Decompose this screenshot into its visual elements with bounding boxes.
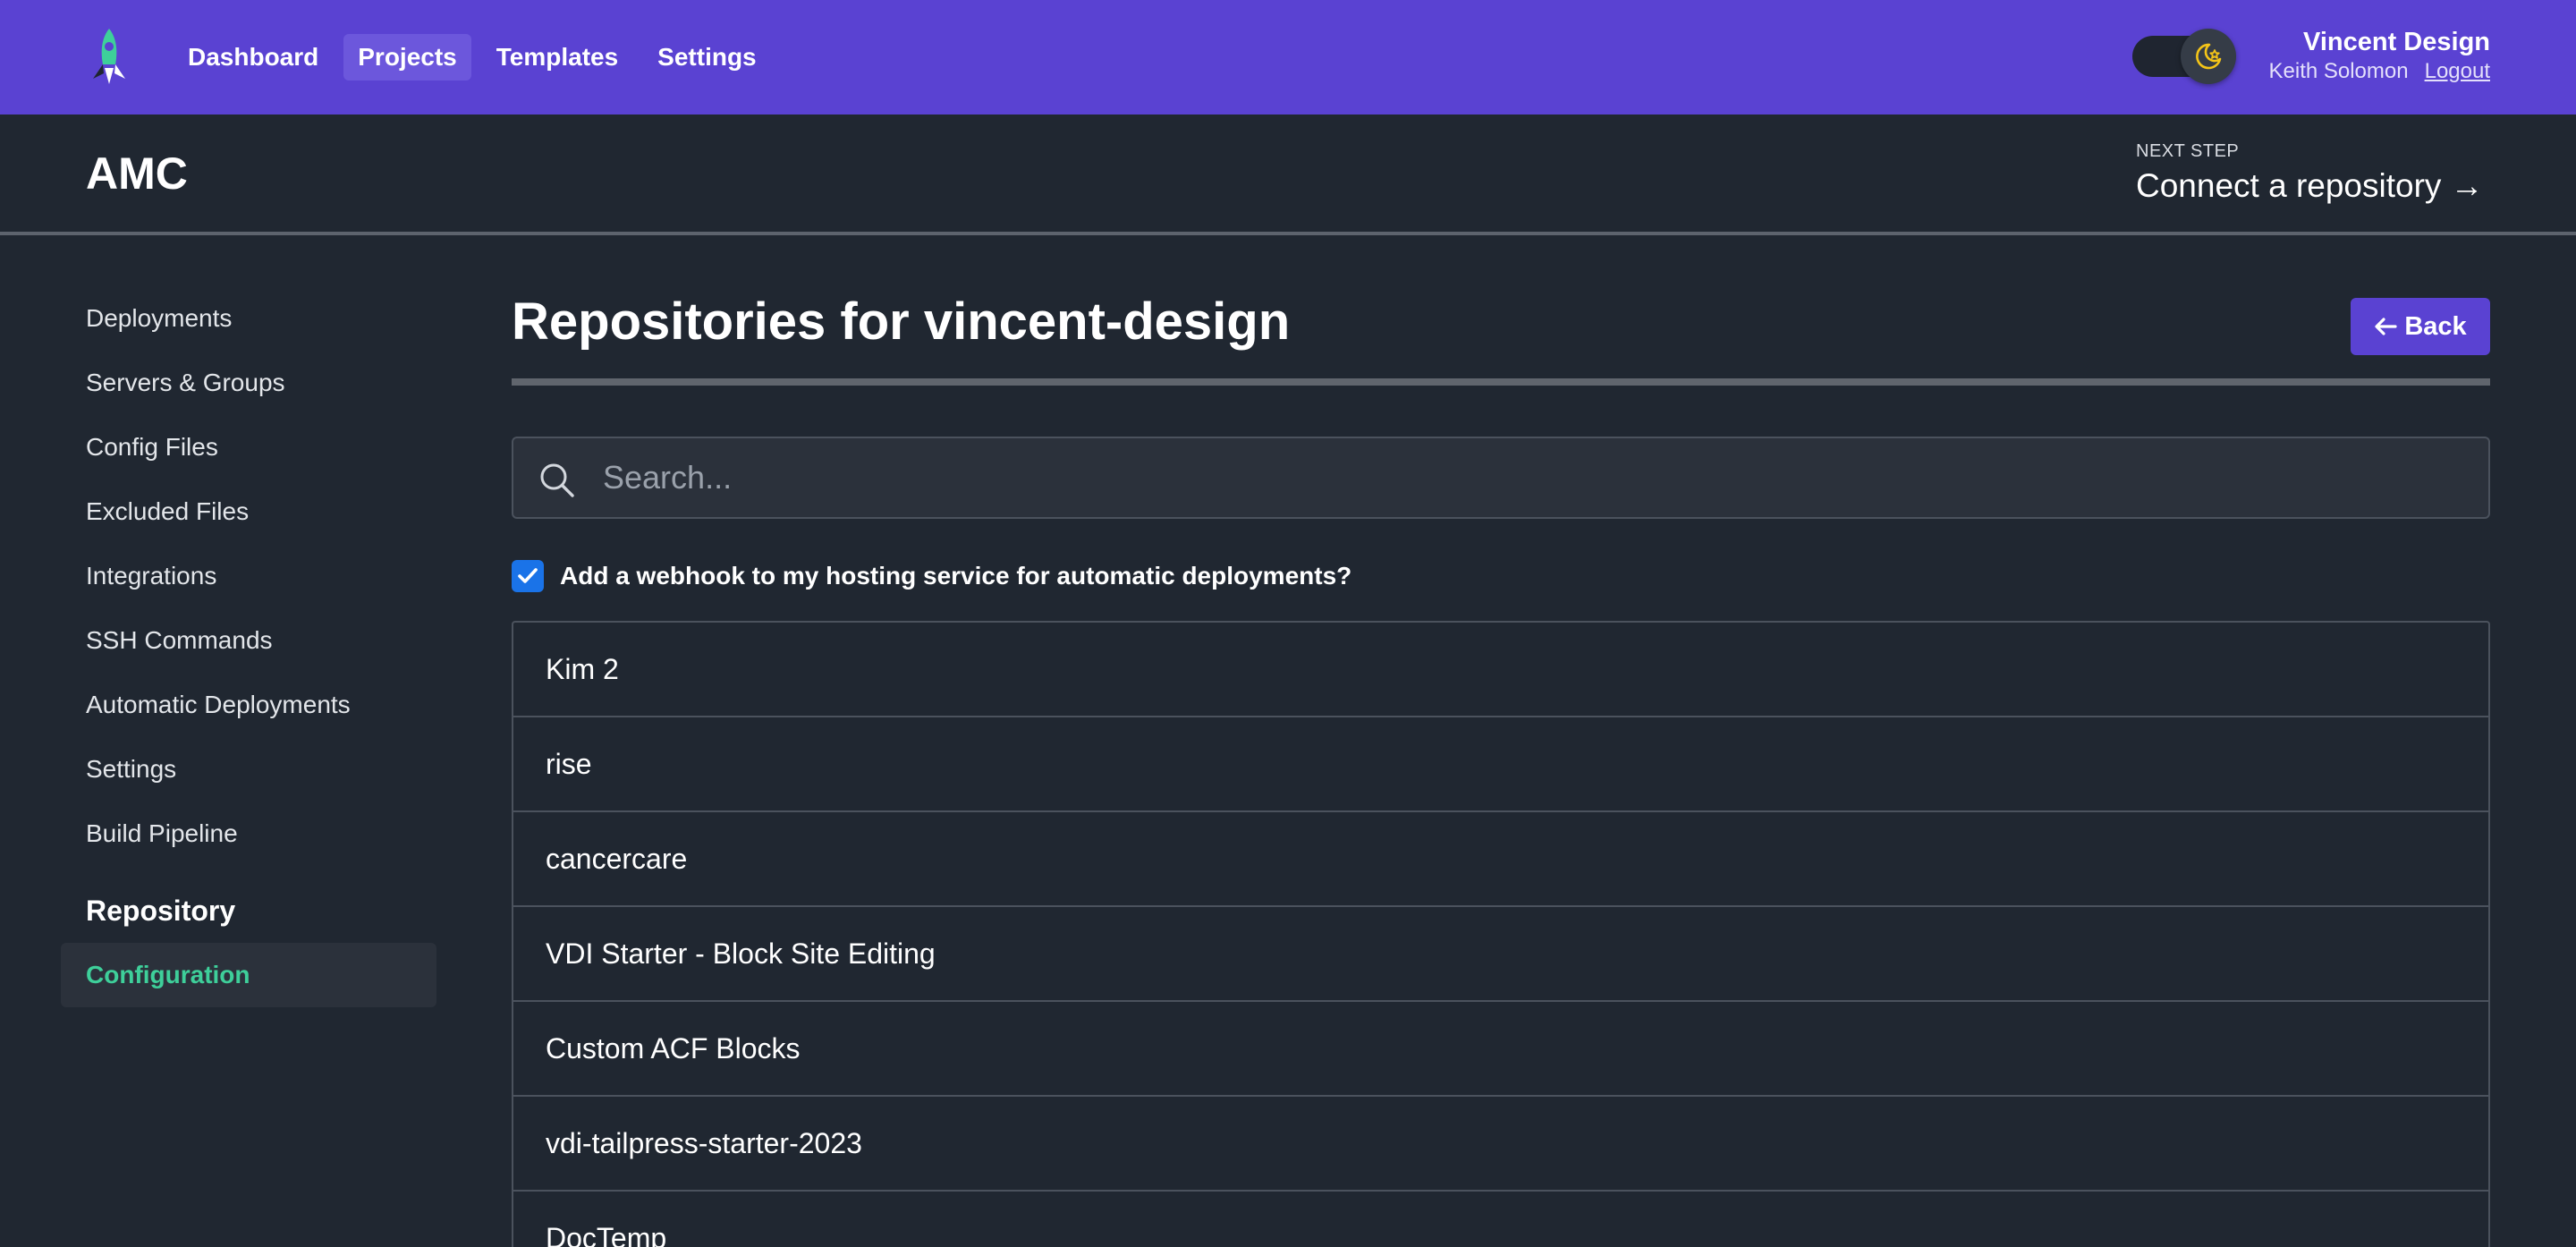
sidebar-item-settings[interactable]: Settings <box>61 737 436 802</box>
sidebar-item-config-files[interactable]: Config Files <box>61 415 436 479</box>
account-team-name: Vincent Design <box>2303 28 2490 56</box>
sidebar-item-configuration[interactable]: Configuration <box>61 943 436 1007</box>
nav-projects[interactable]: Projects <box>343 34 471 81</box>
webhook-checkbox-label[interactable]: Add a webhook to my hosting service for … <box>560 562 1352 590</box>
repository-item[interactable]: Custom ACF Blocks <box>513 1002 2488 1097</box>
sidebar-item-integrations[interactable]: Integrations <box>61 544 436 608</box>
nav-templates[interactable]: Templates <box>482 34 632 81</box>
search-icon <box>540 463 574 497</box>
repository-list: Kim 2 rise cancercare VDI Starter - Bloc… <box>512 621 2490 1247</box>
sidebar-item-automatic-deployments[interactable]: Automatic Deployments <box>61 673 436 737</box>
theme-toggle-knob[interactable] <box>2181 29 2236 84</box>
arrow-left-icon <box>2375 318 2397 335</box>
project-sidebar: Deployments Servers & Groups Config File… <box>61 286 436 1007</box>
rocket-logo-icon[interactable] <box>86 27 132 86</box>
next-step-label: NEXT STEP <box>2136 141 2240 161</box>
account-user-line: Keith Solomon Logout <box>2269 59 2491 84</box>
webhook-checkbox[interactable] <box>512 560 544 592</box>
title-divider <box>512 378 2490 386</box>
main-nav: Dashboard Projects Templates Settings <box>174 34 771 81</box>
project-title: AMC <box>86 148 188 199</box>
theme-toggle[interactable] <box>2132 29 2236 84</box>
search-input[interactable] <box>603 438 2463 517</box>
page-title: Repositories for vincent-design <box>512 293 1291 351</box>
account-user-name: Keith Solomon <box>2268 59 2409 83</box>
back-button-label: Back <box>2404 311 2467 341</box>
connect-repository-link[interactable]: Connect a repository → <box>2136 167 2484 205</box>
sidebar-item-excluded-files[interactable]: Excluded Files <box>61 479 436 544</box>
project-header: AMC NEXT STEP Connect a repository → <box>0 115 2576 235</box>
top-navigation-bar: Dashboard Projects Templates Settings Vi… <box>0 0 2576 115</box>
sidebar-section-repository: Repository <box>86 895 236 927</box>
repository-item[interactable]: Kim 2 <box>513 623 2488 717</box>
sidebar-item-build-pipeline[interactable]: Build Pipeline <box>61 802 436 866</box>
repository-item[interactable]: VDI Starter - Block Site Editing <box>513 907 2488 1002</box>
nav-settings[interactable]: Settings <box>643 34 770 81</box>
repository-item[interactable]: DocTemp <box>513 1192 2488 1247</box>
nav-dashboard[interactable]: Dashboard <box>174 34 333 81</box>
sidebar-item-ssh-commands[interactable]: SSH Commands <box>61 608 436 673</box>
sidebar-item-servers-groups[interactable]: Servers & Groups <box>61 351 436 415</box>
repository-item[interactable]: vdi-tailpress-starter-2023 <box>513 1097 2488 1192</box>
repository-item[interactable]: cancercare <box>513 812 2488 907</box>
moon-star-icon <box>2196 43 2222 70</box>
repository-search-box <box>512 437 2490 519</box>
repository-item[interactable]: rise <box>513 717 2488 812</box>
back-button[interactable]: Back <box>2351 298 2490 355</box>
webhook-option: Add a webhook to my hosting service for … <box>512 558 1352 594</box>
sidebar-item-deployments[interactable]: Deployments <box>61 286 436 351</box>
logout-link[interactable]: Logout <box>2425 59 2490 84</box>
checkmark-icon <box>518 568 538 583</box>
